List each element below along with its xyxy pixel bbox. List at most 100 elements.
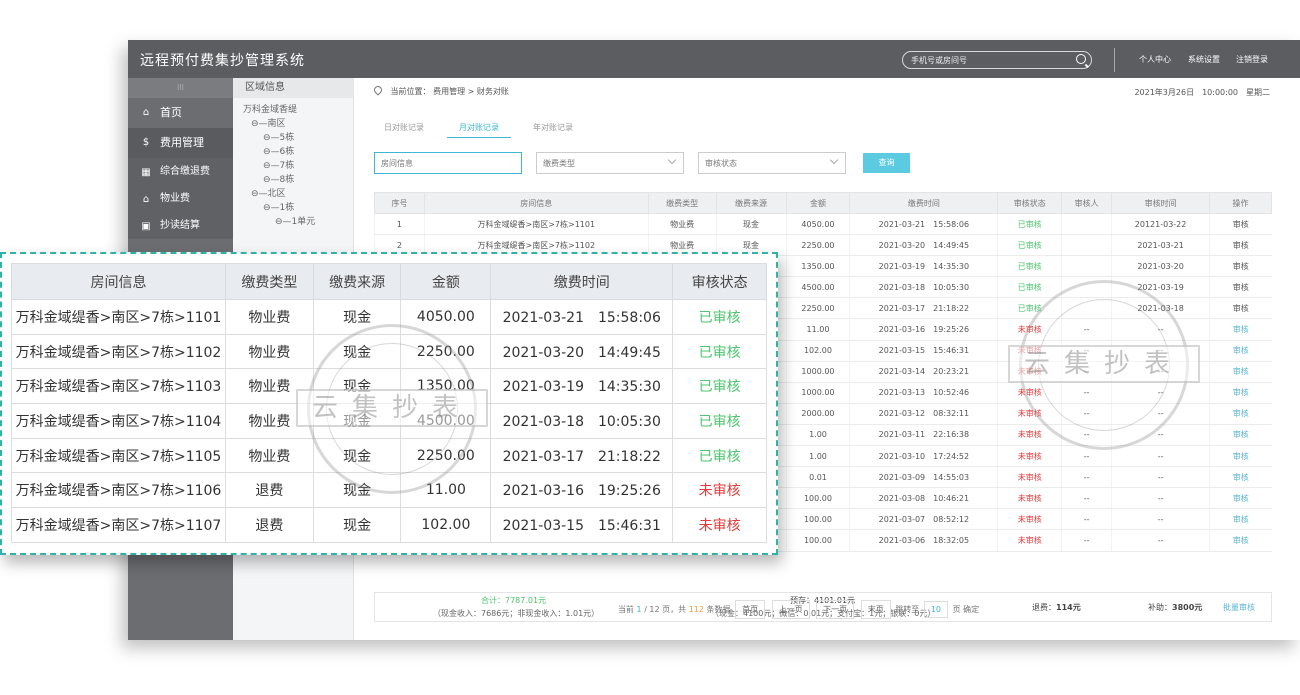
column-header: 缴费时间 — [849, 192, 999, 214]
table-cell: -- — [1061, 361, 1112, 383]
last-page-button[interactable]: 末页 — [860, 600, 891, 619]
table-cell: 1.00 — [785, 424, 850, 447]
table-cell: -- — [1111, 424, 1210, 447]
zoomed-table-cell: 4050.00 — [400, 299, 492, 335]
table-cell: 2021-03-19 — [1111, 276, 1210, 299]
sidebar-item-fee-management[interactable]: $ 费用管理 — [128, 128, 233, 158]
tab-yearly[interactable]: 年对账记录 — [533, 122, 573, 133]
fee-type-select[interactable]: 缴费类型 — [536, 152, 684, 174]
top-divider — [1114, 48, 1115, 72]
breadcrumb-path: 费用管理 > 财务对账 — [433, 87, 509, 96]
tree-node[interactable]: ⊖—南区 — [243, 117, 353, 131]
audit-action-link[interactable]: 审核 — [1209, 424, 1272, 447]
zoomed-table-cell: 万科金域缇香>南区>7栋>1107 — [11, 507, 226, 543]
table-cell: 2021-03-14 20:23:21 — [849, 361, 998, 383]
pager-suffix: 条数据 — [706, 605, 731, 614]
confirm-jump-button[interactable]: 确定 — [963, 605, 979, 614]
zoomed-table-cell: 现金 — [312, 437, 402, 474]
sidebar-item-property-fee[interactable]: ⌂ 物业费 — [128, 185, 233, 212]
personal-center-link[interactable]: 个人中心 — [1139, 54, 1171, 65]
room-info-input[interactable]: 房间信息 — [374, 152, 522, 174]
system-settings-link[interactable]: 系统设置 — [1188, 54, 1220, 65]
column-header: 审核时间 — [1111, 192, 1211, 214]
prev-page-button[interactable]: 上一页 — [771, 600, 810, 619]
sidebar-item-home[interactable]: ⌂ 首页 — [128, 98, 233, 128]
audit-action-link[interactable]: 审核 — [1209, 508, 1272, 531]
page-unit: 页 — [952, 605, 961, 614]
zoomed-table-cell: 万科金域缇香>南区>7栋>1102 — [11, 333, 226, 370]
sidebar-item-label: 物业费 — [160, 193, 190, 204]
tree-node[interactable]: ⊖—8栋 — [243, 173, 353, 187]
table-cell: 2021-03-13 10:52:46 — [849, 382, 998, 404]
audit-action-link[interactable]: 审核 — [1209, 487, 1272, 510]
audit-action-link[interactable]: 审核 — [1209, 403, 1272, 425]
tree-node[interactable]: ⊖—6栋 — [243, 145, 353, 159]
audit-action-link[interactable]: 审核 — [1209, 276, 1272, 299]
zoomed-table-cell: 现金 — [312, 299, 402, 335]
tree-node[interactable]: ⊖—5栋 — [243, 131, 353, 145]
audit-action-link[interactable]: 审核 — [1209, 297, 1272, 320]
table-cell: -- — [1111, 508, 1210, 531]
audit-action-link[interactable]: 审核 — [1209, 255, 1272, 278]
table-cell: 未审核 — [997, 382, 1062, 404]
zoomed-table-cell: 2021-03-21 15:58:06 — [490, 299, 674, 335]
audit-action-link[interactable]: 审核 — [1209, 234, 1272, 257]
audit-action-link[interactable]: 审核 — [1209, 340, 1272, 362]
tree-node[interactable]: 万科金域香缇 — [243, 103, 353, 117]
region-header: 区域信息 — [233, 78, 353, 98]
next-page-button[interactable]: 下一页 — [816, 600, 855, 619]
sidebar-collapse-handle[interactable]: III — [128, 78, 233, 98]
audit-action-link[interactable]: 审核 — [1209, 213, 1272, 236]
chevron-down-icon — [829, 155, 839, 165]
batch-audit-button[interactable]: 批量审核 — [1223, 602, 1255, 613]
audit-action-link[interactable]: 审核 — [1209, 529, 1272, 552]
chevron-down-icon — [667, 155, 677, 165]
home-icon: ⌂ — [142, 107, 150, 118]
jump-page-input[interactable]: 10 — [923, 601, 948, 618]
zoomed-table-cell: 万科金域缇香>南区>7栋>1103 — [11, 368, 226, 405]
query-button[interactable]: 查询 — [863, 153, 910, 173]
zoomed-table-row: 万科金域缇香>南区>7栋>1101 物业费 现金 4050.00 2021-03-21 … — [11, 299, 767, 335]
tree-node[interactable]: ⊖—1栋 — [243, 201, 353, 215]
table-cell: 2021-03-07 08:52:12 — [849, 508, 998, 531]
zoomed-column-header: 审核状态 — [672, 263, 767, 300]
table-cell: 2021-03-16 19:25:26 — [849, 318, 998, 341]
table-cell: 2021-03-12 08:32:11 — [849, 403, 998, 425]
refund-label: 退费： — [1032, 603, 1056, 612]
table-cell: 已审核 — [997, 297, 1062, 320]
tab-daily[interactable]: 日对账记录 — [384, 122, 424, 133]
sidebar-item-payment-refund[interactable]: ▦ 综合缴退费 — [128, 158, 233, 185]
audit-action-link[interactable]: 审核 — [1209, 445, 1272, 468]
table-cell: 未审核 — [997, 508, 1062, 531]
zoomed-table-cell: 现金 — [312, 403, 402, 439]
audit-action-link[interactable]: 审核 — [1209, 361, 1272, 383]
fee-type-placeholder: 缴费类型 — [543, 159, 575, 168]
zoomed-table-cell: 物业费 — [224, 333, 314, 370]
audit-action-link[interactable]: 审核 — [1209, 466, 1272, 489]
table-cell: 2021-03-11 22:16:38 — [849, 424, 998, 447]
search-icon[interactable] — [1076, 54, 1086, 64]
tree-node[interactable]: ⊖—7栋 — [243, 159, 353, 173]
top-bar: 远程预付费集抄管理系统 手机号或房间号 个人中心 系统设置 注销登录 — [128, 40, 1300, 78]
audit-action-link[interactable]: 审核 — [1209, 382, 1272, 404]
first-page-button[interactable]: 首页 — [735, 600, 766, 619]
tab-monthly[interactable]: 月对账记录 — [447, 122, 511, 138]
table-cell: 未审核 — [997, 529, 1062, 552]
column-header: 缴费来源 — [715, 192, 787, 214]
tree-node[interactable]: ⊖—1单元 — [243, 215, 353, 229]
pager-sep: / 12 页，共 — [644, 605, 687, 614]
table-cell: -- — [1061, 424, 1112, 447]
table-cell: 已审核 — [997, 213, 1062, 236]
zoomed-table-cell: 物业费 — [224, 437, 314, 474]
zoomed-table-cell: 2021-03-16 19:25:26 — [490, 472, 674, 509]
audit-status-select[interactable]: 审核状态 — [698, 152, 846, 174]
location-pin-icon — [372, 84, 384, 96]
search-input[interactable]: 手机号或房间号 — [902, 51, 1092, 69]
tree-node[interactable]: ⊖—北区 — [243, 187, 353, 201]
meter-icon: ▣ — [141, 221, 151, 232]
table-cell: 1.00 — [785, 445, 850, 468]
sidebar-item-meter-settlement[interactable]: ▣ 抄读结算 — [128, 212, 233, 239]
region-tree: 万科金域香缇 ⊖—南区 ⊖—5栋 ⊖—6栋 ⊖—7栋 ⊖—8栋 ⊖—北区 ⊖—1… — [233, 98, 353, 229]
logout-link[interactable]: 注销登录 — [1236, 54, 1268, 65]
audit-action-link[interactable]: 审核 — [1209, 318, 1272, 341]
